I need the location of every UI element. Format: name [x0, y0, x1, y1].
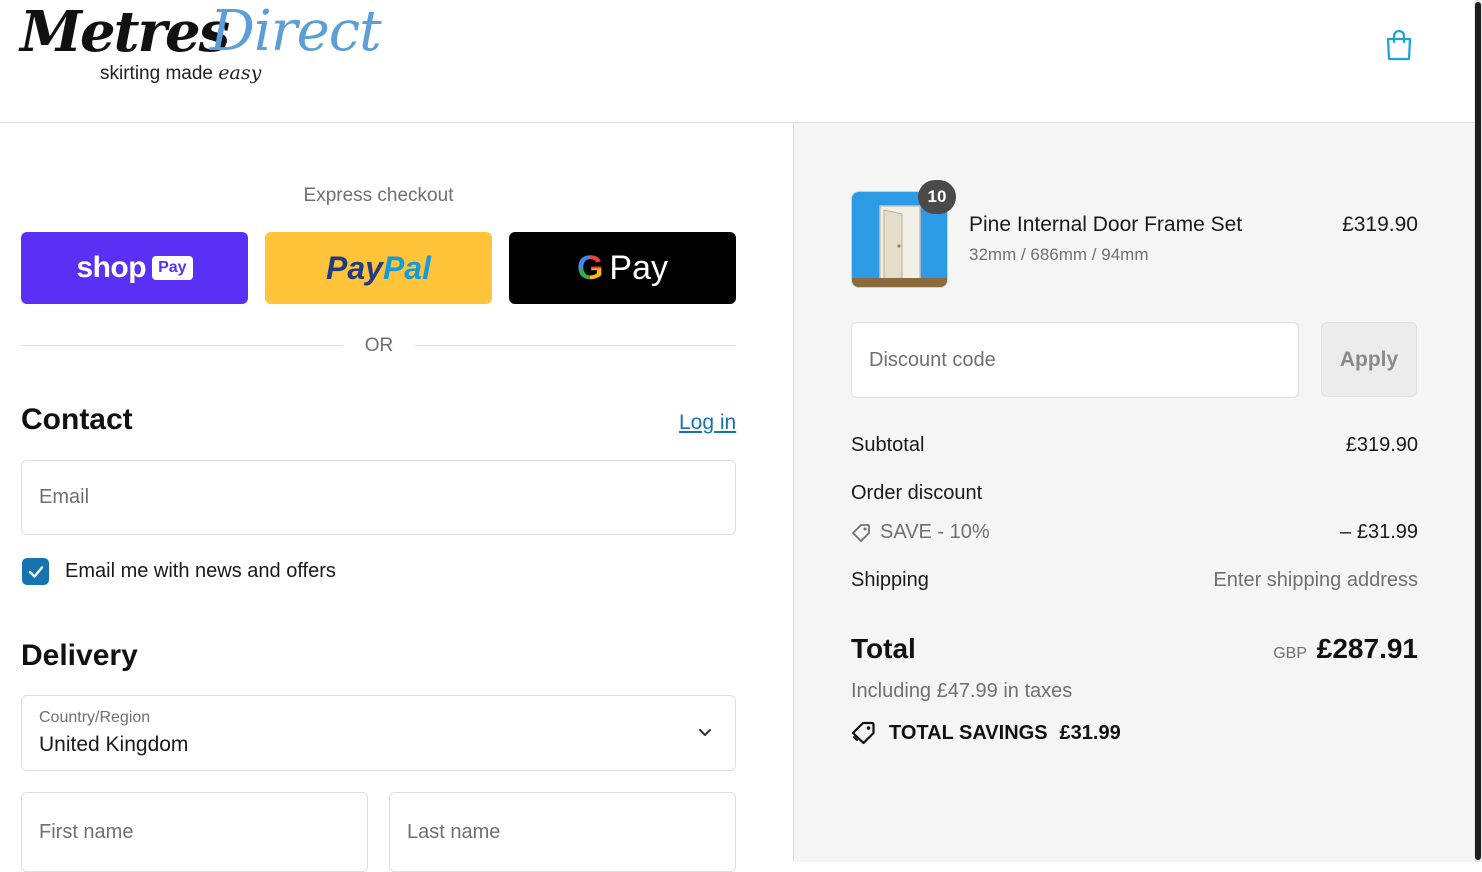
paypal-word-pay: Pay: [326, 249, 383, 286]
or-divider-right: [415, 345, 736, 346]
delivery-heading: Delivery: [21, 639, 138, 672]
shopping-bag-icon: [1386, 29, 1412, 61]
shipping-label: Shipping: [851, 569, 929, 591]
order-summary-panel: 10 Pine Internal Door Frame Set 32mm / 6…: [793, 123, 1475, 862]
logo-word-direct: Direct: [210, 0, 382, 64]
site-header: Metres Direct skirting made easy: [0, 0, 1474, 123]
savings-tag-icon: [851, 721, 875, 745]
tax-note: Including £47.99 in taxes: [851, 680, 1073, 702]
express-checkout-title: Express checkout: [303, 185, 454, 206]
newsletter-label: Email me with news and offers: [65, 560, 336, 582]
first-name-input[interactable]: [22, 793, 367, 871]
shop-pay-pill: Pay: [152, 256, 193, 280]
discount-field-wrapper: [851, 322, 1299, 398]
or-divider-text: OR: [364, 335, 394, 356]
total-savings-row: TOTAL SAVINGS £31.99: [851, 721, 1121, 745]
country-select[interactable]: Country/Region United Kingdom: [21, 695, 736, 771]
total-savings-value: £31.99: [1059, 721, 1121, 744]
paypal-word-pal: Pal: [382, 249, 431, 286]
email-field-wrapper: [21, 460, 736, 535]
scrollbar-thumb[interactable]: [1475, 2, 1481, 860]
total-value: £287.91: [1316, 633, 1418, 664]
apply-discount-button[interactable]: Apply: [1321, 322, 1417, 397]
currency-code: GBP: [1273, 645, 1307, 662]
order-discount-label: Order discount: [851, 482, 983, 504]
product-name: Pine Internal Door Frame Set: [969, 213, 1243, 236]
total-label: Total: [851, 633, 916, 664]
checkmark-icon: [28, 565, 43, 578]
email-input[interactable]: [22, 461, 735, 534]
product-variant: 32mm / 686mm / 94mm: [969, 245, 1149, 264]
chevron-down-icon: [699, 729, 711, 736]
discount-code-row: SAVE - 10%: [851, 521, 990, 544]
google-g-icon: G: [576, 248, 604, 287]
checkout-form-column: Express checkout shop Pay Pay Pal G Pay O…: [0, 123, 793, 872]
country-select-label: Country/Region: [39, 709, 151, 726]
logo-tagline: skirting made easy: [100, 62, 262, 84]
total-savings-label: TOTAL SAVINGS: [889, 721, 1048, 744]
logo-word-metres: Metres: [20, 0, 230, 65]
paypal-button[interactable]: Pay Pal: [265, 232, 492, 304]
shop-pay-button[interactable]: shop Pay: [21, 232, 248, 304]
or-divider-left: [21, 345, 343, 346]
country-select-value: United Kingdom: [39, 733, 189, 756]
shop-pay-word: shop: [76, 251, 147, 284]
shipping-value: Enter shipping address: [1213, 569, 1418, 591]
tag-icon: [852, 523, 870, 542]
newsletter-checkbox[interactable]: [22, 558, 49, 585]
login-link[interactable]: Log in: [679, 411, 736, 435]
discount-value: – £31.99: [1340, 521, 1418, 543]
last-name-input[interactable]: [390, 793, 735, 871]
subtotal-value: £319.90: [1345, 434, 1418, 456]
discount-code-input[interactable]: [852, 323, 1298, 397]
product-price: £319.90: [1342, 213, 1418, 236]
contact-heading: Contact: [21, 403, 133, 436]
page-scrollbar[interactable]: [1474, 0, 1482, 862]
subtotal-label: Subtotal: [851, 434, 925, 456]
google-pay-word: Pay: [609, 248, 669, 287]
site-logo[interactable]: Metres Direct skirting made easy: [20, 0, 382, 100]
cart-button[interactable]: [1380, 26, 1418, 64]
quantity-badge: 10: [918, 180, 956, 214]
google-pay-button[interactable]: G Pay: [509, 232, 736, 304]
last-name-field-wrapper: [389, 792, 736, 872]
first-name-field-wrapper: [21, 792, 368, 872]
discount-code-label: SAVE - 10%: [880, 521, 990, 543]
